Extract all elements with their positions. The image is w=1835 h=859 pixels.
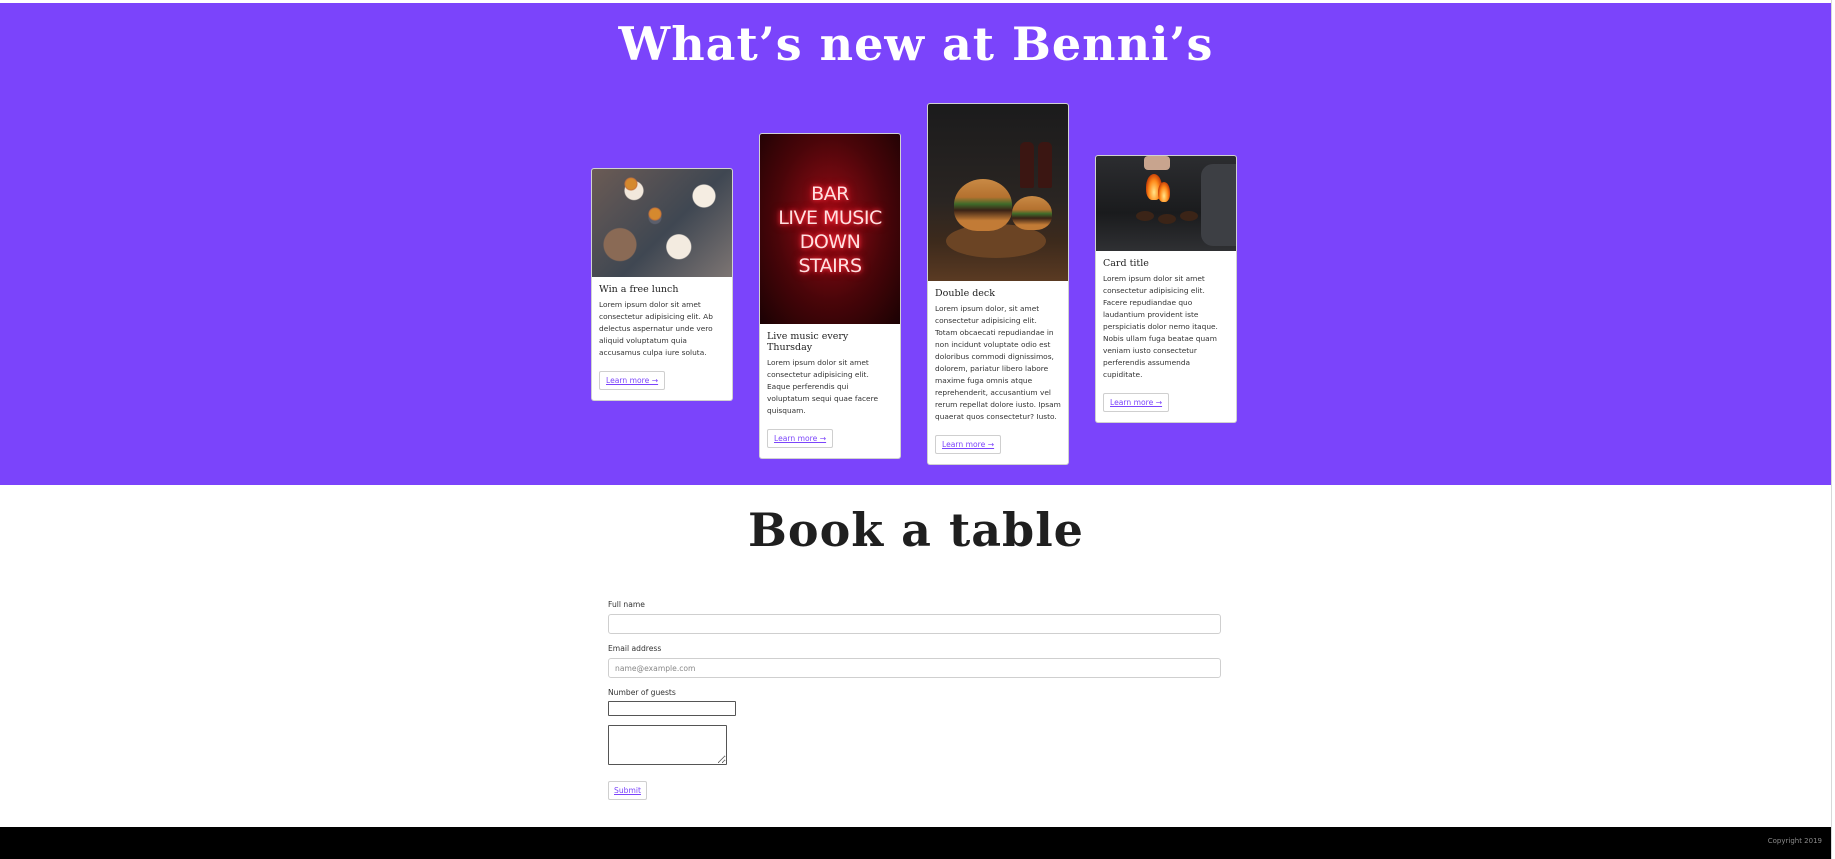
email-input[interactable] [608,658,1221,678]
card-text: Lorem ipsum dolor sit amet consectetur a… [767,358,879,415]
card-card-title: Card title Lorem ipsum dolor sit amet co… [1095,155,1237,423]
card-image-grill [1096,156,1236,251]
card-body: Card title Lorem ipsum dolor sit amet co… [1096,251,1236,422]
neon-line: STAIRS [798,255,862,277]
card-live-music: BAR LIVE MUSIC DOWN STAIRS Live music ev… [759,133,901,459]
card-image-lunch [592,169,732,277]
learn-more-button[interactable]: Learn more → [599,371,666,390]
full-name-input[interactable] [608,614,1221,634]
card-title: Double deck [935,288,995,299]
card-text: Lorem ipsum dolor sit amet consectetur a… [599,300,713,357]
card-text: Lorem ipsum dolor sit amet consectetur a… [1103,274,1218,379]
hero-title: What’s new at Benni’s [618,17,1214,71]
card-double-deck: Double deck Lorem ipsum dolor, sit amet … [927,103,1069,465]
card-body: Double deck Lorem ipsum dolor, sit amet … [928,281,1068,464]
card-title: Live music every Thursday [767,331,849,353]
copyright-text: Copyright 2019 [1767,837,1822,845]
booking-form: Full name Email address Number of guests… [608,600,1221,800]
guests-label: Number of guests [608,688,676,697]
hero-section: What’s new at Benni’s Win a free lunch L… [0,3,1832,485]
card-win-free-lunch: Win a free lunch Lorem ipsum dolor sit a… [591,168,733,401]
learn-more-button[interactable]: Learn more → [935,435,1002,454]
neon-line: BAR [811,183,849,205]
guests-input[interactable] [608,701,736,716]
card-text: Lorem ipsum dolor, sit amet consectetur … [935,304,1061,421]
card-title: Card title [1103,258,1149,269]
booking-title: Book a table [748,503,1084,557]
card-body: Win a free lunch Lorem ipsum dolor sit a… [592,277,732,400]
neon-line: DOWN [799,231,861,253]
neon-sign-text: BAR LIVE MUSIC DOWN STAIRS [760,182,900,278]
card-body: Live music every Thursday Lorem ipsum do… [760,324,900,458]
email-label: Email address [608,644,662,653]
neon-line: LIVE MUSIC [778,207,882,229]
learn-more-button[interactable]: Learn more → [1103,393,1170,412]
full-name-label: Full name [608,600,645,609]
page-right-edge [1831,0,1835,859]
learn-more-button[interactable]: Learn more → [767,429,834,448]
submit-button[interactable]: Submit [608,781,647,800]
message-textarea[interactable] [608,725,727,765]
submit-row: Submit [608,778,1221,800]
card-image-neon-sign: BAR LIVE MUSIC DOWN STAIRS [760,134,900,324]
footer: Copyright 2019 [0,827,1835,859]
page: What’s new at Benni’s Win a free lunch L… [0,0,1835,859]
card-image-burger [928,104,1068,281]
card-title: Win a free lunch [599,284,679,295]
